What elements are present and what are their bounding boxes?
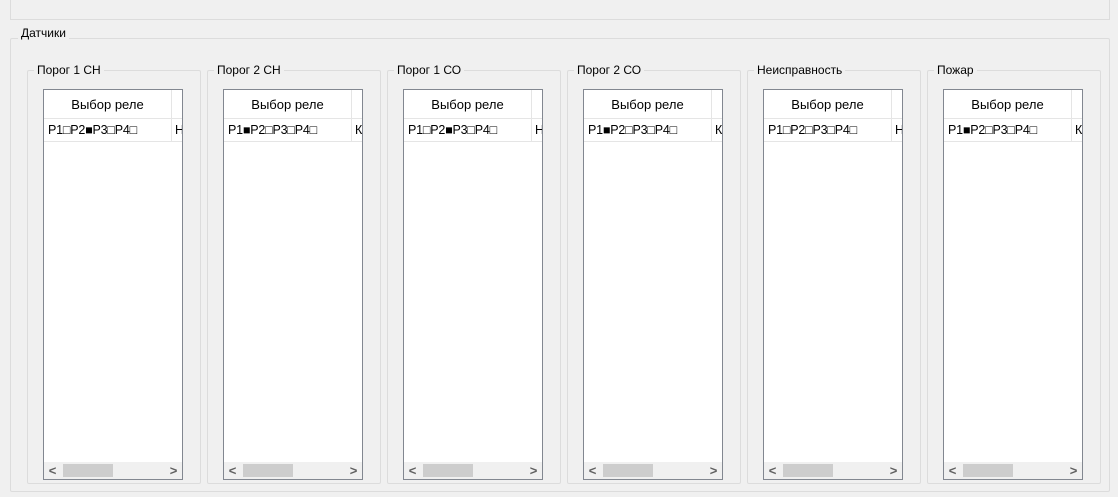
horizontal-scrollbar[interactable]: < > (404, 462, 542, 479)
list-header: Выбор реле (404, 90, 542, 119)
scroll-left-icon[interactable]: < (404, 462, 421, 479)
second-column-cell: К (355, 123, 362, 137)
column-divider (891, 119, 892, 141)
scroll-left-icon[interactable]: < (44, 462, 61, 479)
scroll-thumb[interactable] (243, 464, 293, 477)
scroll-thumb[interactable] (423, 464, 473, 477)
scroll-right-icon[interactable]: > (525, 462, 542, 479)
scroll-left-icon[interactable]: < (224, 462, 241, 479)
list-row[interactable]: P1□P2□P3□P4□ Н (764, 119, 902, 142)
horizontal-scrollbar[interactable]: < > (584, 462, 722, 479)
relay-selection-cell[interactable]: P1■P2□P3□P4□ (228, 119, 317, 141)
column-divider (531, 119, 532, 141)
group-title: Порог 2 СН (214, 63, 284, 77)
group-title: Порог 2 СО (574, 63, 645, 77)
second-column-cell: К (1075, 123, 1082, 137)
relay-list[interactable]: Выбор реле P1■P2□P3□P4□ К < > (583, 89, 723, 480)
list-row[interactable]: P1■P2□P3□P4□ К (944, 119, 1082, 142)
list-header: Выбор реле (764, 90, 902, 119)
second-column-cell: Н (175, 119, 182, 141)
group-title: Неисправность (754, 63, 846, 77)
horizontal-scrollbar[interactable]: < > (44, 462, 182, 479)
column-header-relay-select[interactable]: Выбор реле (584, 90, 712, 118)
column-header-relay-select[interactable]: Выбор реле (764, 90, 892, 118)
relay-list[interactable]: Выбор реле P1■P2□P3□P4□ К < > (223, 89, 363, 480)
list-row[interactable]: P1■P2□P3□P4□ К (584, 119, 722, 142)
horizontal-scrollbar[interactable]: < > (944, 462, 1082, 479)
column-divider (351, 119, 352, 141)
group-title: Пожар (934, 63, 977, 77)
list-header: Выбор реле (44, 90, 182, 119)
relay-selection-cell[interactable]: P1□P2■P3□P4□ (408, 119, 497, 141)
scroll-left-icon[interactable]: < (944, 462, 961, 479)
second-column-cell: К (715, 123, 722, 137)
scroll-right-icon[interactable]: > (345, 462, 362, 479)
relay-selection-cell[interactable]: P1■P2□P3□P4□ (588, 119, 677, 141)
second-column-cell: Н (535, 119, 542, 141)
list-header: Выбор реле (944, 90, 1082, 119)
relay-list[interactable]: Выбор реле P1■P2□P3□P4□ К < > (943, 89, 1083, 480)
horizontal-scrollbar[interactable]: < > (764, 462, 902, 479)
top-panel (10, 0, 1110, 20)
scroll-thumb[interactable] (603, 464, 653, 477)
horizontal-scrollbar[interactable]: < > (224, 462, 362, 479)
relay-selection-cell[interactable]: P1□P2□P3□P4□ (768, 119, 857, 141)
column-header-relay-select[interactable]: Выбор реле (944, 90, 1072, 118)
column-divider (1071, 119, 1072, 141)
group-title: Порог 1 СН (34, 63, 104, 77)
list-row[interactable]: P1■P2□P3□P4□ К (224, 119, 362, 142)
column-header-relay-select[interactable]: Выбор реле (44, 90, 172, 118)
group-title: Порог 1 СО (394, 63, 465, 77)
scroll-left-icon[interactable]: < (764, 462, 781, 479)
relay-list[interactable]: Выбор реле P1□P2□P3□P4□ Н < > (763, 89, 903, 480)
scroll-right-icon[interactable]: > (165, 462, 182, 479)
sensors-group-title: Датчики (18, 26, 69, 40)
second-column-cell: Н (895, 119, 902, 141)
scroll-left-icon[interactable]: < (584, 462, 601, 479)
scroll-thumb[interactable] (63, 464, 113, 477)
scroll-thumb[interactable] (963, 464, 1013, 477)
relay-list[interactable]: Выбор реле P1□P2■P3□P4□ Н < > (403, 89, 543, 480)
scroll-thumb[interactable] (783, 464, 833, 477)
relay-selection-cell[interactable]: P1■P2□P3□P4□ (948, 119, 1037, 141)
list-header: Выбор реле (584, 90, 722, 119)
column-header-relay-select[interactable]: Выбор реле (404, 90, 532, 118)
column-header-relay-select[interactable]: Выбор реле (224, 90, 352, 118)
column-divider (171, 119, 172, 141)
scroll-right-icon[interactable]: > (705, 462, 722, 479)
list-row[interactable]: P1□P2■P3□P4□ Н (404, 119, 542, 142)
list-header: Выбор реле (224, 90, 362, 119)
scroll-right-icon[interactable]: > (885, 462, 902, 479)
column-divider (711, 119, 712, 141)
relay-list[interactable]: Выбор реле P1□P2■P3□P4□ Н < > (43, 89, 183, 480)
scroll-right-icon[interactable]: > (1065, 462, 1082, 479)
list-row[interactable]: P1□P2■P3□P4□ Н (44, 119, 182, 142)
relay-selection-cell[interactable]: P1□P2■P3□P4□ (48, 119, 137, 141)
